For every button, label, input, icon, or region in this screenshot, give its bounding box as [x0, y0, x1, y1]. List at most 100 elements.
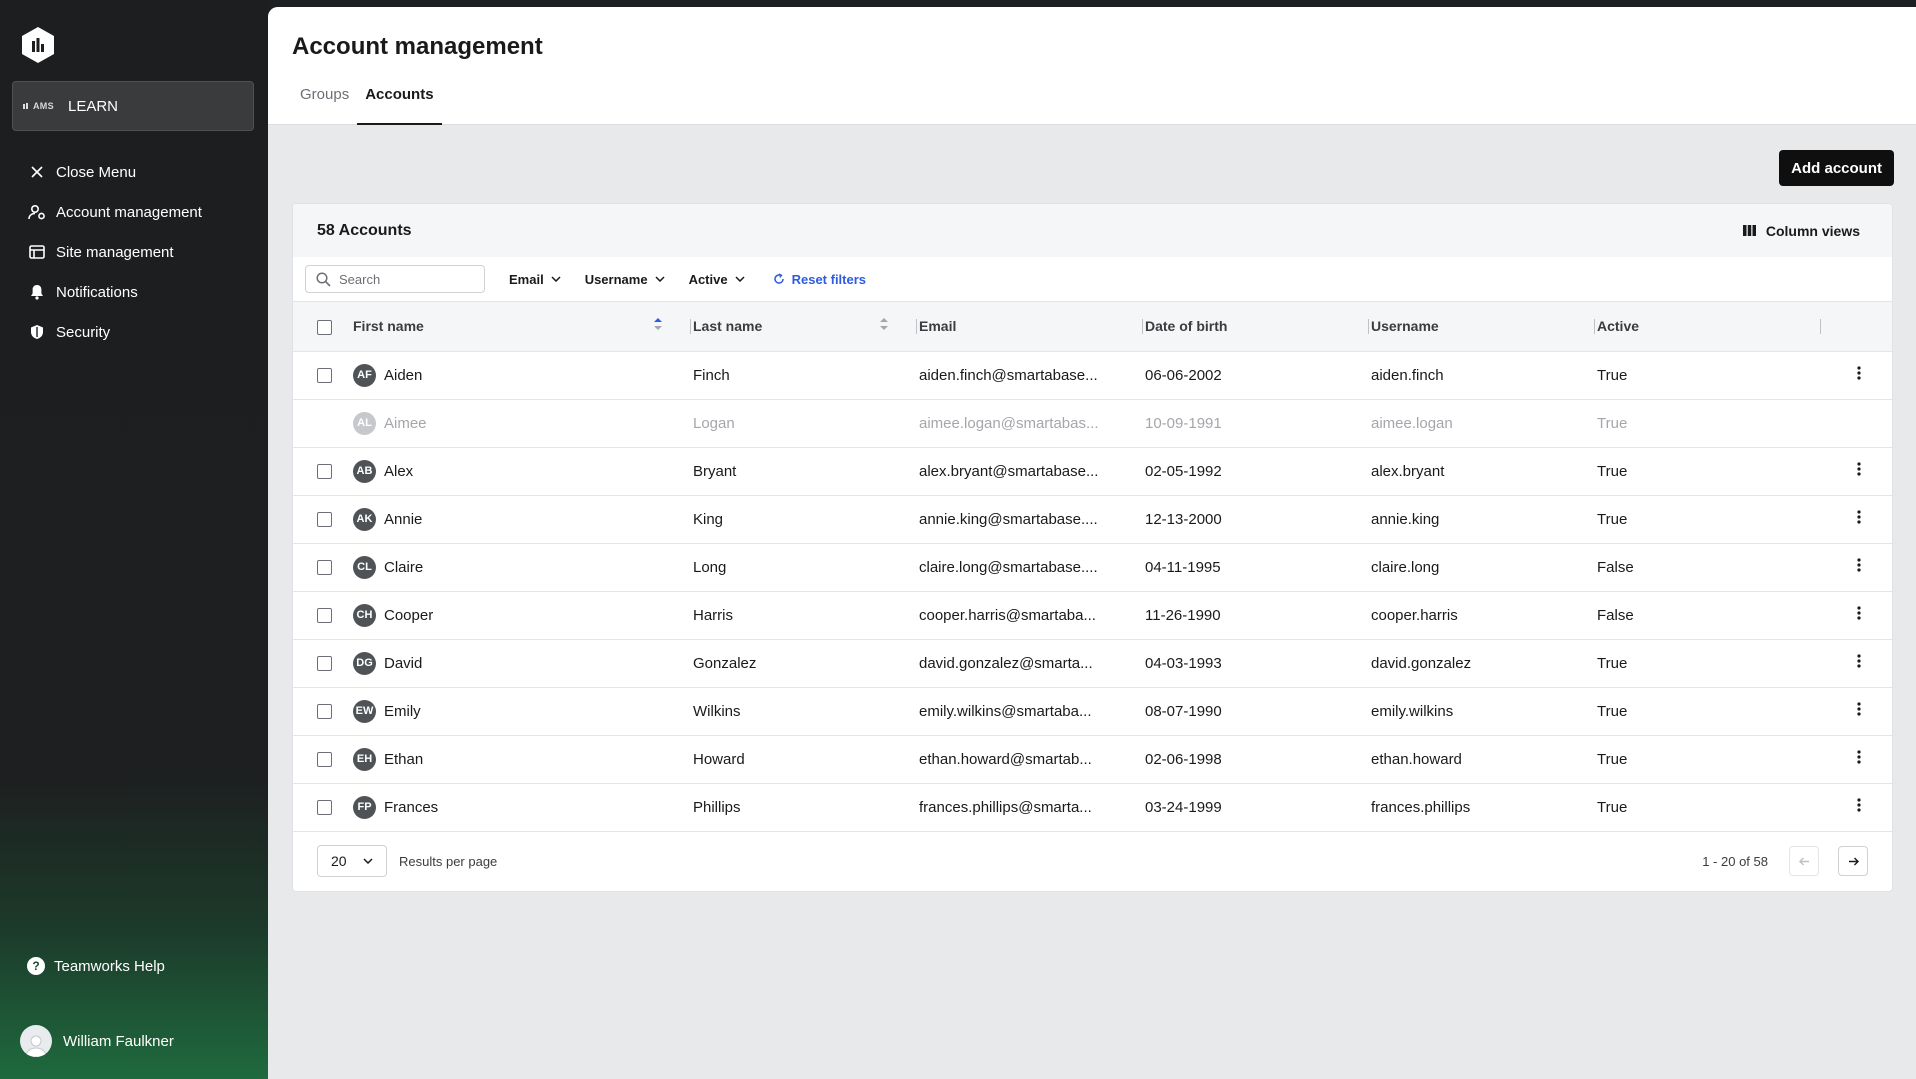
column-header-date-of-birth[interactable]: Date of birth: [1145, 302, 1371, 352]
sidebar-item-site-management[interactable]: Site management: [0, 232, 268, 272]
sidebar-item-close-menu[interactable]: Close Menu: [0, 152, 268, 192]
sort-ascending-icon[interactable]: [653, 317, 663, 331]
table-row[interactable]: AL Aimee Logan aimee.logan@smartabas... 10-0…: [293, 399, 1892, 448]
date-of-birth-cell: 04-11-1995: [1145, 543, 1371, 592]
next-page-button[interactable]: [1838, 846, 1868, 876]
row-checkbox[interactable]: [317, 512, 332, 528]
row-checkbox[interactable]: [317, 656, 332, 672]
table-row[interactable]: DG David Gonzalez david.gonzalez@smarta... 0…: [293, 639, 1892, 688]
more-options-icon[interactable]: [1857, 366, 1861, 380]
chevron-down-icon: [735, 276, 745, 282]
row-actions-cell: [1823, 447, 1892, 496]
help-icon: ?: [27, 957, 45, 975]
app-switcher[interactable]: AMS LEARN: [12, 81, 254, 131]
row-select-cell: [293, 543, 353, 592]
previous-page-button[interactable]: [1789, 846, 1819, 876]
avatar: FP: [353, 795, 376, 819]
main-content: Account management Groups Accounts Add a…: [268, 7, 1916, 1079]
column-header-label: Active: [1597, 318, 1640, 335]
more-options-icon[interactable]: [1857, 606, 1861, 620]
table-row[interactable]: EW Emily Wilkins emily.wilkins@smartaba... 0…: [293, 687, 1892, 736]
avatar: EH: [353, 747, 376, 771]
active-filter-dropdown[interactable]: Active: [689, 272, 745, 287]
more-options-icon[interactable]: [1857, 462, 1861, 476]
email-cell: aiden.finch@smartabase...: [919, 351, 1145, 400]
more-options-icon[interactable]: [1857, 510, 1861, 524]
username-cell: emily.wilkins: [1371, 687, 1597, 736]
row-checkbox[interactable]: [317, 704, 332, 720]
column-header-email[interactable]: Email: [919, 302, 1145, 352]
table-row[interactable]: AB Alex Bryant alex.bryant@smartabase... 02-…: [293, 447, 1892, 496]
sidebar-item-notifications[interactable]: Notifications: [0, 272, 268, 312]
row-actions-cell: [1823, 351, 1892, 400]
table-row[interactable]: FP Frances Phillips frances.phillips@smarta…: [293, 783, 1892, 832]
select-all-checkbox[interactable]: [317, 319, 332, 335]
row-checkbox[interactable]: [317, 464, 332, 480]
table-row[interactable]: CH Cooper Harris cooper.harris@smartaba... 1…: [293, 591, 1892, 640]
app-name: LEARN: [68, 97, 119, 115]
row-checkbox[interactable]: [317, 608, 332, 624]
active-cell: True: [1597, 495, 1823, 544]
last-name-cell: Finch: [693, 351, 919, 400]
column-header-first-name[interactable]: First name: [353, 302, 693, 352]
user-profile[interactable]: William Faulkner: [20, 1025, 174, 1057]
avatar: AF: [353, 363, 376, 387]
search-input[interactable]: [339, 271, 469, 287]
more-options-icon[interactable]: [1857, 798, 1861, 812]
column-divider[interactable]: [1368, 319, 1369, 334]
sidebar-item-label: Account management: [56, 203, 202, 221]
help-link[interactable]: ? Teamworks Help: [27, 957, 165, 975]
column-divider[interactable]: [1142, 319, 1143, 334]
sidebar-item-label: Security: [56, 323, 111, 341]
teamworks-logo-icon[interactable]: [21, 26, 55, 64]
last-name-cell: Harris: [693, 591, 919, 640]
tab-accounts[interactable]: Accounts: [357, 86, 442, 125]
row-actions-cell: [1823, 543, 1892, 592]
table-row[interactable]: EH Ethan Howard ethan.howard@smartab... 02-0…: [293, 735, 1892, 784]
sidebar-item-security[interactable]: Security: [0, 312, 268, 352]
column-header-active[interactable]: Active: [1597, 302, 1823, 352]
username-cell: cooper.harris: [1371, 591, 1597, 640]
sidebar-item-account-management[interactable]: Account management: [0, 192, 268, 232]
table-row[interactable]: AF Aiden Finch aiden.finch@smartabase... 06-…: [293, 351, 1892, 400]
row-checkbox[interactable]: [317, 368, 332, 384]
column-views-label: Column views: [1765, 222, 1860, 239]
tab-groups[interactable]: Groups: [292, 86, 357, 125]
more-options-icon[interactable]: [1857, 750, 1861, 764]
add-account-button[interactable]: Add account: [1779, 150, 1894, 186]
table-row[interactable]: AK Annie King annie.king@smartabase.... 12-1…: [293, 495, 1892, 544]
avatar: CH: [353, 603, 376, 627]
username-cell: annie.king: [1371, 495, 1597, 544]
accounts-table: First name Last name Email Date of birth…: [293, 302, 1892, 832]
last-name-cell: Logan: [693, 399, 919, 448]
row-actions-cell: [1823, 495, 1892, 544]
more-options-icon[interactable]: [1857, 702, 1861, 716]
sort-icon[interactable]: [879, 317, 889, 331]
results-per-page-select[interactable]: 20: [317, 845, 387, 877]
email-filter-dropdown[interactable]: Email: [509, 272, 561, 287]
avatar: EW: [353, 699, 376, 723]
row-actions-cell: [1823, 591, 1892, 640]
username-filter-dropdown[interactable]: Username: [585, 272, 665, 287]
more-options-icon[interactable]: [1857, 654, 1861, 668]
active-cell: True: [1597, 687, 1823, 736]
row-select-cell: [293, 495, 353, 544]
column-views-button[interactable]: Column views: [1742, 222, 1860, 239]
last-name-cell: Wilkins: [693, 687, 919, 736]
table-row[interactable]: CL Claire Long claire.long@smartabase.... 04…: [293, 543, 1892, 592]
column-divider[interactable]: [1594, 319, 1595, 334]
column-divider[interactable]: [916, 319, 917, 334]
column-header-label: Date of birth: [1145, 318, 1228, 335]
column-divider[interactable]: [690, 319, 691, 334]
column-divider[interactable]: [1820, 319, 1821, 334]
row-checkbox[interactable]: [317, 752, 332, 768]
column-header-username[interactable]: Username: [1371, 302, 1597, 352]
column-header-last-name[interactable]: Last name: [693, 302, 919, 352]
email-cell: alex.bryant@smartabase...: [919, 447, 1145, 496]
row-checkbox[interactable]: [317, 560, 332, 576]
first-name-cell: EW Emily: [353, 687, 693, 736]
more-options-icon[interactable]: [1857, 558, 1861, 572]
row-actions-cell: [1823, 399, 1892, 448]
reset-filters-button[interactable]: Reset filters: [773, 272, 866, 287]
row-checkbox[interactable]: [317, 800, 332, 816]
